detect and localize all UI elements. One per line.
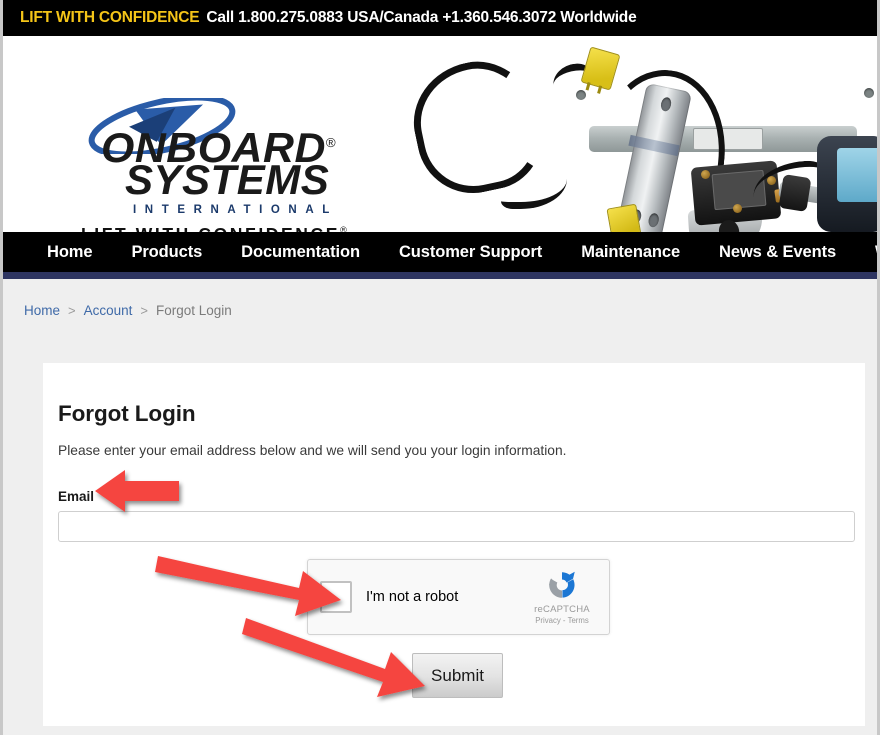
product-yellow-plug-2-icon: [606, 203, 642, 232]
breadcrumb-separator-2: >: [140, 302, 148, 318]
logo-tagline-text: LIFT WITH CONFIDENCE: [81, 224, 340, 232]
recaptcha-legal-separator: -: [560, 616, 568, 625]
form-intro-text: Please enter your email address below an…: [58, 443, 567, 458]
breadcrumb-item-home[interactable]: Home: [24, 303, 60, 318]
product-yellow-plug-1-icon: [580, 46, 621, 94]
breadcrumb-item-account[interactable]: Account: [84, 303, 133, 318]
site-logo[interactable]: ONBOARD® SYSTEMS INTERNATIONAL LIFT WITH…: [63, 96, 363, 232]
email-label: Email: [58, 489, 95, 504]
recaptcha-checkbox[interactable]: [320, 581, 352, 613]
nav-item-news-events[interactable]: News & Events: [719, 243, 836, 262]
breadcrumb-separator-1: >: [68, 302, 76, 318]
site-header: ONBOARD® SYSTEMS INTERNATIONAL LIFT WITH…: [3, 36, 877, 232]
nav-item-documentation[interactable]: Documentation: [241, 243, 360, 262]
email-input[interactable]: [58, 511, 855, 542]
page-title: Forgot Login: [58, 401, 196, 426]
recaptcha-brand-name: reCAPTCHA: [534, 604, 590, 615]
nav-item-products[interactable]: Products: [131, 243, 202, 262]
recaptcha-label: I'm not a robot: [366, 589, 459, 605]
breadcrumb: Home > Account > Forgot Login: [3, 286, 877, 334]
recaptcha-legal-links: Privacy - Terms: [525, 616, 599, 625]
main-navigation: Home Products Documentation Customer Sup…: [3, 232, 877, 279]
nav-item-why-onboard[interactable]: Why Onboard?: [875, 243, 877, 262]
recaptcha-branding: reCAPTCHA Privacy - Terms: [525, 568, 599, 625]
recaptcha-widget[interactable]: I'm not a robot reCAPTCHA Privacy - Term…: [307, 559, 610, 635]
product-device-screen-icon: [837, 148, 877, 202]
logo-registered-mark: ®: [325, 135, 337, 150]
nav-item-maintenance[interactable]: Maintenance: [581, 243, 680, 262]
recaptcha-logo-icon: [548, 571, 575, 598]
product-screw-1-icon: [701, 170, 710, 179]
topbar-tagline: LIFT WITH CONFIDENCE: [20, 9, 200, 26]
nav-item-customer-support[interactable]: Customer Support: [399, 243, 542, 262]
logo-word-international: INTERNATIONAL: [133, 204, 338, 216]
page-root: LIFT WITH CONFIDENCE Call 1.800.275.0883…: [0, 0, 880, 735]
topbar-phone-numbers: Call 1.800.275.0883 USA/Canada +1.360.54…: [206, 9, 637, 26]
product-device-joint-icon: [778, 174, 812, 212]
hero-product-photo: [393, 36, 877, 232]
nav-item-home[interactable]: Home: [47, 243, 93, 262]
top-contact-bar: LIFT WITH CONFIDENCE Call 1.800.275.0883…: [3, 0, 877, 36]
product-cable-left-tail-icon: [501, 166, 567, 209]
logo-word-systems: SYSTEMS: [125, 156, 330, 203]
logo-tagline-registered-mark: ®: [340, 225, 347, 232]
recaptcha-privacy-link[interactable]: Privacy: [535, 616, 561, 625]
content-card: Forgot Login Please enter your email add…: [43, 363, 865, 726]
recaptcha-terms-link[interactable]: Terms: [568, 616, 589, 625]
submit-button[interactable]: Submit: [412, 653, 503, 698]
breadcrumb-item-forgot-login: Forgot Login: [155, 302, 232, 318]
logo-tagline: LIFT WITH CONFIDENCE®: [81, 224, 347, 232]
product-screw-3-icon: [733, 204, 742, 213]
forgot-login-form: Forgot Login Please enter your email add…: [58, 401, 858, 458]
